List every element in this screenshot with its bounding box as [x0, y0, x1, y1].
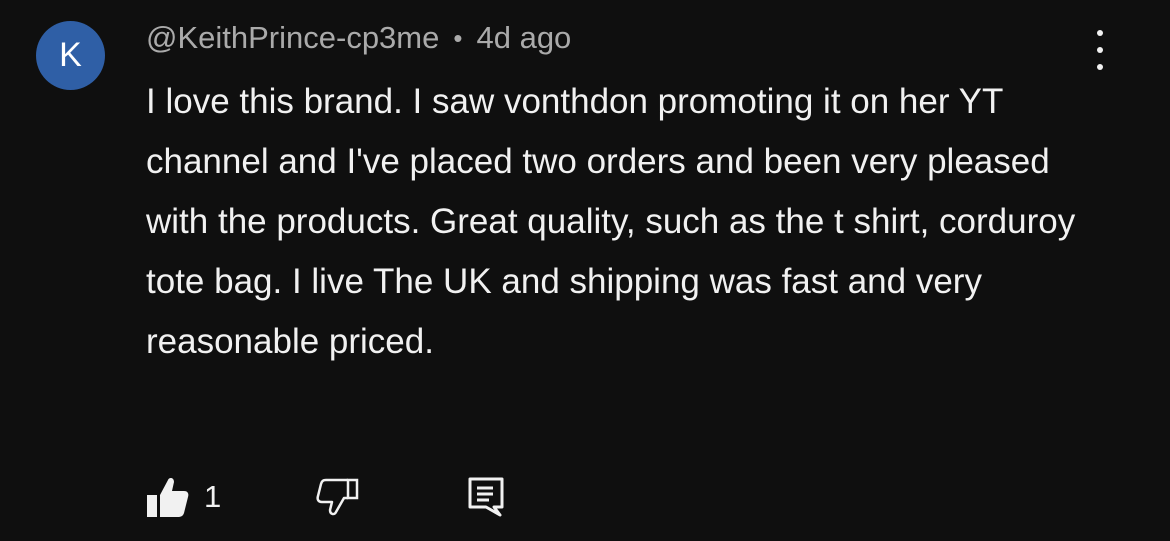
avatar-letter: K	[59, 36, 82, 74]
dislike-button[interactable]	[315, 477, 359, 517]
comment-timestamp[interactable]: 4d ago	[476, 20, 571, 56]
thumbs-up-icon	[146, 476, 190, 518]
avatar[interactable]: K	[36, 21, 105, 90]
reply-button[interactable]	[467, 476, 507, 518]
thumbs-down-icon	[315, 477, 359, 517]
more-vertical-icon	[1097, 30, 1103, 36]
comment: K @KeithPrince-cp3me • 4d ago I love thi…	[0, 0, 1170, 541]
more-actions-button[interactable]	[1082, 30, 1118, 70]
author-name[interactable]: @KeithPrince-cp3me	[146, 20, 439, 56]
reply-icon	[467, 476, 507, 518]
comment-text: I love this brand. I saw vonthdon promot…	[146, 82, 1076, 361]
like-count: 1	[204, 479, 222, 514]
header-separator: •	[453, 22, 463, 53]
like-button[interactable]: 1	[146, 476, 221, 518]
comment-actions: 1	[146, 474, 507, 520]
more-vertical-icon-dot	[1097, 47, 1103, 53]
comment-header: @KeithPrince-cp3me • 4d ago	[146, 18, 571, 58]
more-vertical-icon-dot	[1097, 64, 1103, 70]
